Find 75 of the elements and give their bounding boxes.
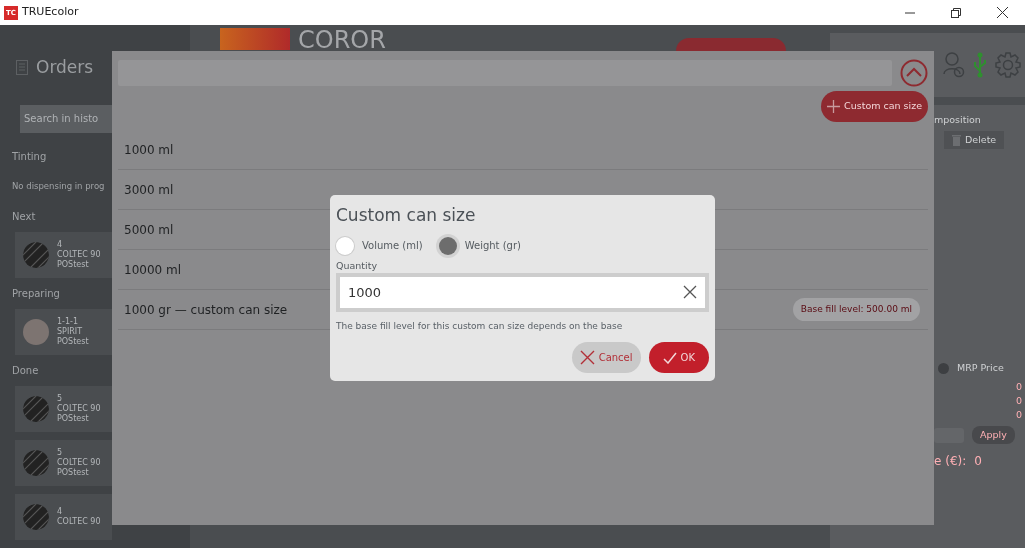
close-icon bbox=[579, 350, 595, 365]
section-label: Tinting bbox=[12, 150, 47, 165]
restore-icon[interactable] bbox=[951, 7, 961, 18]
striped-swatch-icon bbox=[23, 450, 49, 476]
order-number: 1-1-1 bbox=[57, 317, 80, 327]
section-label: Preparing bbox=[12, 287, 60, 301]
price-value: 0 bbox=[1015, 393, 1023, 408]
window-title: TRUEcolor bbox=[22, 4, 79, 21]
order-card[interactable]: 4 COLTEC 90 POStest bbox=[15, 232, 112, 278]
section-label: Next bbox=[12, 210, 36, 224]
can-size-item[interactable]: 1000 ml bbox=[124, 140, 174, 159]
document-icon bbox=[16, 60, 28, 76]
delete-button[interactable]: Delete bbox=[944, 131, 1005, 150]
order-product: SPIRIT bbox=[57, 327, 84, 337]
order-number: 5 bbox=[57, 394, 64, 404]
minimize-icon[interactable] bbox=[905, 11, 915, 14]
unit-option-label: Weight (gr) bbox=[464, 239, 521, 253]
unit-option-label: Volume (ml) bbox=[362, 239, 423, 253]
settings-icon[interactable] bbox=[995, 52, 1021, 78]
logo-icon bbox=[220, 28, 290, 50]
usb-icon[interactable] bbox=[973, 52, 987, 78]
radio-button[interactable] bbox=[938, 362, 949, 374]
order-card[interactable]: 5 COLTEC 90 POStest bbox=[15, 440, 112, 486]
custom-can-size-button[interactable]: Custom can size bbox=[821, 91, 928, 122]
sidebar-title: Orders bbox=[36, 56, 94, 79]
radio-button[interactable] bbox=[336, 236, 354, 255]
order-number: 5 bbox=[57, 448, 64, 458]
dialog-title: Custom can size bbox=[336, 204, 477, 227]
section-label: mposition bbox=[934, 113, 981, 127]
brand-logo-text: COROR bbox=[298, 28, 386, 52]
price-value: 0 bbox=[1015, 408, 1023, 422]
check-icon bbox=[662, 351, 677, 364]
order-product: COLTEC 90 bbox=[57, 517, 101, 527]
order-card[interactable]: 1-1-1 SPIRIT POStest bbox=[15, 309, 112, 355]
price-option-label: MRP Price bbox=[957, 361, 1004, 376]
ok-button[interactable]: OK bbox=[648, 342, 709, 373]
fill-level-badge: Base fill level: 500.00 ml bbox=[792, 297, 920, 322]
order-customer: POStest bbox=[57, 337, 89, 347]
order-number: 4 bbox=[57, 507, 64, 517]
can-size-item[interactable]: 3000 ml bbox=[124, 180, 174, 199]
discount-field[interactable] bbox=[934, 427, 964, 443]
cancel-button[interactable]: Cancel bbox=[571, 342, 641, 373]
total-label: e (€): bbox=[934, 453, 967, 471]
order-number: 4 bbox=[57, 240, 64, 250]
can-size-item[interactable]: 1000 gr — custom can size bbox=[124, 300, 288, 319]
order-customer: POStest bbox=[57, 414, 90, 424]
order-customer: POStest bbox=[57, 260, 90, 270]
striped-swatch-icon bbox=[23, 504, 49, 530]
search-field[interactable]: Search in histo bbox=[20, 104, 112, 134]
total-value: 0 bbox=[974, 453, 982, 471]
clear-icon[interactable] bbox=[683, 284, 697, 299]
price-value: 0 bbox=[1015, 379, 1023, 394]
plus-icon bbox=[827, 100, 841, 113]
empty-message: No dispensing in prog bbox=[12, 180, 105, 193]
can-size-item[interactable]: 10000 ml bbox=[124, 260, 181, 279]
close-icon[interactable] bbox=[996, 7, 1008, 18]
radio-button[interactable] bbox=[438, 236, 457, 255]
user-settings-icon[interactable] bbox=[943, 52, 965, 78]
hint-text: The base fill level for this custom can size depends on the base bbox=[336, 319, 624, 333]
order-product: COLTEC 90 bbox=[57, 404, 101, 414]
order-customer: POStest bbox=[57, 468, 90, 478]
collapse-button[interactable] bbox=[900, 59, 928, 87]
striped-swatch-icon bbox=[23, 242, 49, 268]
order-card[interactable]: 5 COLTEC 90 POStest bbox=[15, 386, 112, 432]
trash-icon bbox=[952, 134, 961, 146]
order-product: COLTEC 90 bbox=[57, 458, 101, 468]
quantity-field[interactable]: 1000 bbox=[340, 276, 705, 308]
order-product: COLTEC 90 bbox=[57, 250, 101, 260]
can-size-item[interactable]: 5000 ml bbox=[124, 220, 174, 239]
section-label: Done bbox=[12, 364, 39, 378]
apply-button[interactable]: Apply bbox=[972, 426, 1015, 445]
striped-swatch-icon bbox=[23, 396, 49, 422]
order-card[interactable]: 4 COLTEC 90 bbox=[15, 494, 112, 540]
quantity-label: Quantity bbox=[336, 258, 379, 273]
action-button[interactable] bbox=[675, 38, 786, 51]
